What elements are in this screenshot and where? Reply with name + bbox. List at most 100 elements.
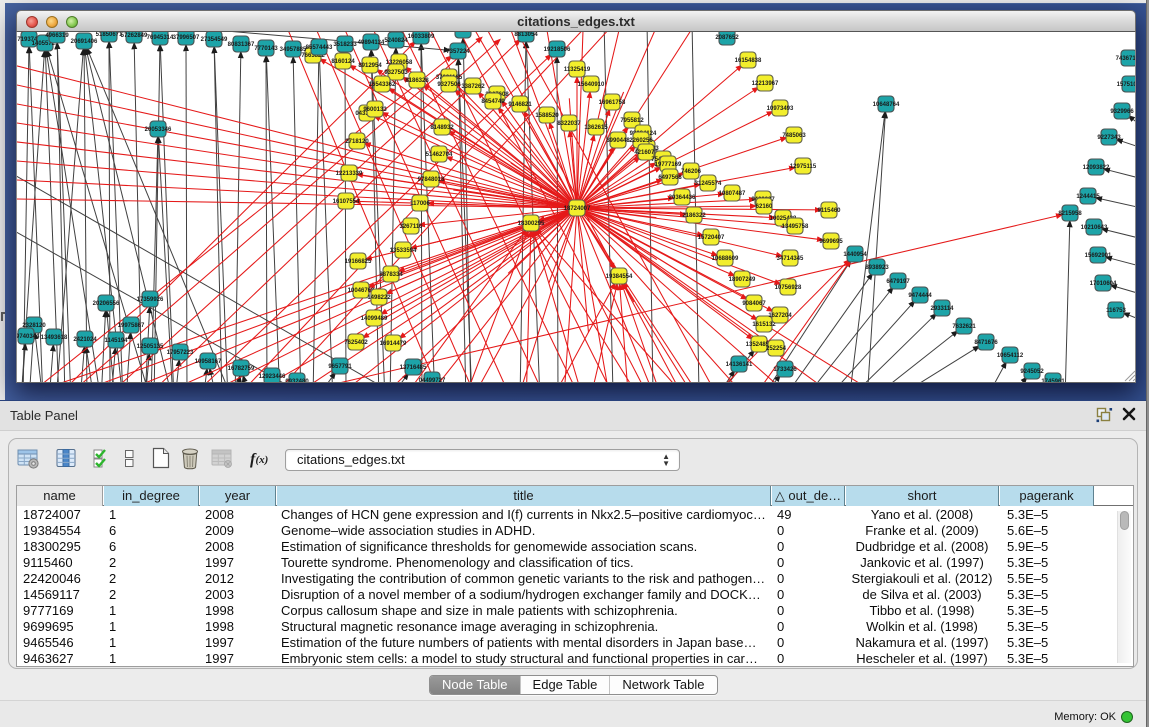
svg-text:3518233: 3518233 [333, 42, 357, 48]
svg-text:8471676: 8471676 [974, 340, 998, 346]
svg-text:31245574: 31245574 [695, 181, 722, 187]
svg-text:1733426: 1733426 [773, 367, 797, 373]
svg-text:2933114: 2933114 [930, 306, 954, 312]
svg-text:2087652: 2087652 [715, 35, 739, 41]
svg-text:76945314: 76945314 [147, 35, 174, 41]
svg-text:7770143: 7770143 [254, 46, 278, 52]
svg-text:19384554: 19384554 [606, 274, 633, 280]
svg-text:51462704: 51462704 [426, 152, 453, 158]
svg-text:9245052: 9245052 [1020, 369, 1044, 375]
svg-text:10210643: 10210643 [1081, 225, 1108, 231]
svg-text:1745961: 1745961 [1041, 379, 1065, 383]
svg-text:8148932: 8148932 [430, 125, 454, 131]
svg-text:9146821: 9146821 [508, 102, 532, 108]
svg-text:7485063: 7485063 [782, 133, 806, 139]
svg-text:8186328: 8186328 [405, 78, 429, 84]
svg-text:13533594: 13533594 [390, 248, 417, 254]
svg-text:15640910: 15640910 [578, 82, 605, 88]
svg-text:10807487: 10807487 [719, 191, 746, 197]
svg-text:3267110: 3267110 [399, 224, 423, 230]
svg-text:10654112: 10654112 [997, 353, 1024, 359]
svg-text:8322037: 8322037 [557, 121, 581, 127]
svg-text:16033809: 16033809 [408, 34, 435, 40]
svg-text:117006: 117006 [410, 201, 430, 207]
svg-text:16107554: 16107554 [333, 199, 360, 205]
svg-text:19777169: 19777169 [655, 162, 682, 168]
svg-text:20206556: 20206556 [93, 301, 120, 307]
svg-text:13493618: 13493618 [41, 335, 68, 341]
svg-text:85574443: 85574443 [306, 45, 333, 51]
svg-text:8912954: 8912954 [358, 63, 382, 69]
svg-text:3387262: 3387262 [461, 84, 485, 90]
svg-text:(x): (x) [256, 454, 269, 466]
svg-text:1440954: 1440954 [843, 252, 867, 258]
svg-text:2186322: 2186322 [682, 213, 706, 219]
svg-text:17359926: 17359926 [137, 297, 164, 303]
svg-text:9474444: 9474444 [908, 293, 932, 299]
svg-text:15720407: 15720407 [698, 235, 725, 241]
svg-text:97848018: 97848018 [418, 177, 445, 183]
svg-text:7357224: 7357224 [446, 49, 470, 55]
svg-text:746206: 746206 [681, 169, 702, 175]
svg-text:34957885: 34957885 [280, 47, 307, 53]
svg-text:1627204: 1627204 [768, 313, 792, 319]
svg-text:62160: 62160 [756, 204, 773, 210]
svg-text:12213967: 12213967 [752, 81, 779, 87]
svg-text:7625402: 7625402 [344, 340, 368, 346]
svg-text:27354549: 27354549 [201, 37, 228, 43]
svg-text:20364436: 20364436 [669, 195, 696, 201]
svg-text:1615132: 1615132 [752, 322, 776, 328]
svg-text:12505135: 12505135 [137, 344, 164, 350]
svg-text:4966319: 4966319 [45, 33, 69, 39]
svg-text:15751074: 15751074 [1117, 82, 1136, 88]
svg-text:19975867: 19975867 [118, 323, 145, 329]
svg-text:12975115: 12975115 [790, 164, 817, 170]
svg-text:80831367: 80831367 [228, 42, 255, 48]
svg-text:8990448: 8990448 [606, 138, 630, 144]
svg-text:13716485: 13716485 [400, 365, 427, 371]
svg-text:8160124: 8160124 [331, 59, 355, 65]
svg-text:49894134: 49894134 [358, 40, 385, 46]
svg-text:8215958: 8215958 [1058, 211, 1082, 217]
svg-text:16782759: 16782759 [228, 366, 255, 372]
svg-text:77752047: 77752047 [450, 32, 477, 34]
svg-text:5240824: 5240824 [384, 38, 408, 44]
svg-text:2718120: 2718120 [345, 139, 369, 145]
svg-text:2260256: 2260256 [629, 138, 653, 144]
svg-text:16543362: 16543362 [369, 82, 396, 88]
svg-text:0932480: 0932480 [285, 379, 309, 383]
svg-text:9327503: 9327503 [384, 70, 408, 76]
svg-text:7632621: 7632621 [952, 324, 976, 330]
svg-text:10958167: 10958167 [195, 359, 222, 365]
svg-text:14099489: 14099489 [361, 316, 388, 322]
svg-text:20691406: 20691406 [71, 39, 98, 45]
svg-text:1145194: 1145194 [104, 338, 128, 344]
svg-text:14136141: 14136141 [726, 362, 753, 368]
svg-text:7955812: 7955812 [620, 118, 644, 124]
svg-text:10688609: 10688609 [712, 256, 739, 262]
svg-text:6479197: 6479197 [886, 279, 910, 285]
svg-text:57262849: 57262849 [121, 33, 148, 39]
svg-text:17957223: 17957223 [167, 350, 194, 356]
svg-text:9600133: 9600133 [363, 107, 387, 113]
svg-text:1244415: 1244415 [1076, 194, 1100, 200]
svg-text:18300295: 18300295 [518, 221, 545, 227]
svg-text:1498222: 1498222 [367, 295, 391, 301]
svg-text:34714345: 34714345 [777, 256, 804, 262]
svg-text:19218506: 19218506 [544, 47, 571, 53]
svg-text:1588520: 1588520 [535, 113, 559, 119]
svg-text:04499727: 04499727 [419, 378, 446, 383]
svg-text:9084067: 9084067 [742, 301, 766, 307]
svg-text:8938923: 8938923 [865, 265, 889, 271]
svg-text:9327506: 9327506 [437, 82, 461, 88]
svg-text:2421024: 2421024 [73, 337, 97, 343]
svg-text:13495758: 13495758 [782, 224, 809, 230]
svg-text:16961758: 16961758 [599, 100, 626, 106]
svg-text:9699695: 9699695 [819, 239, 843, 245]
svg-text:37996507: 37996507 [173, 35, 200, 41]
svg-text:74367136: 74367136 [1116, 56, 1136, 62]
svg-text:10648764: 10648764 [873, 102, 900, 108]
svg-text:51850671: 51850671 [96, 32, 123, 38]
svg-text:12923446: 12923446 [259, 374, 286, 380]
svg-text:16914479: 16914479 [380, 341, 407, 347]
